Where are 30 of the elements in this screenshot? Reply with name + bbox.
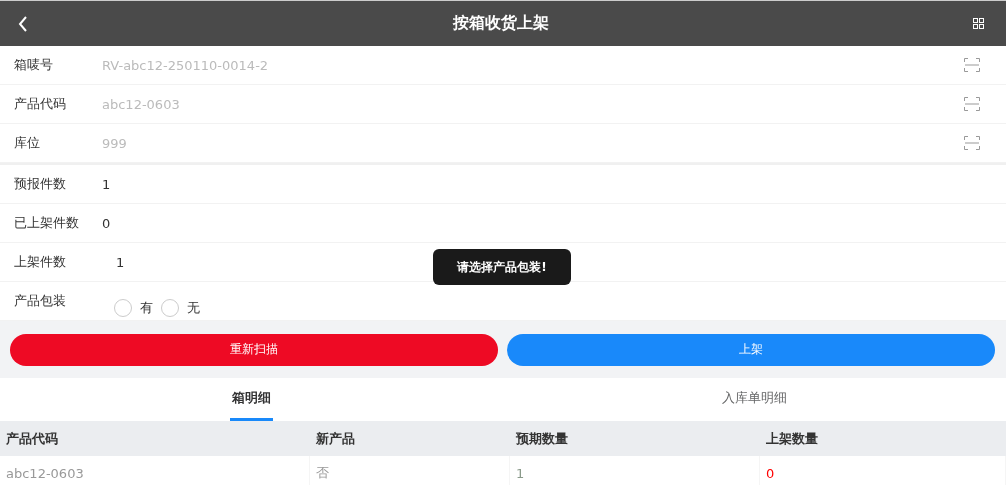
table-cell: 1 [516,465,525,481]
radio-label: 无 [187,299,200,317]
action-button[interactable]: 上架 [507,333,995,366]
toast-message: 请选择产品包装! [433,249,571,285]
field-label: 产品代码 [14,95,67,113]
table-cell: 0 [766,465,775,481]
field-label: 库位 [14,134,41,152]
field-label: 上架件数 [14,253,67,271]
column-header: 产品代码 [5,429,59,448]
field-label: 已上架件数 [14,214,80,232]
scan-icon[interactable] [964,58,980,72]
column-header: 预期数量 [515,429,569,448]
field-value: 1 [102,176,111,192]
column-header: 新产品 [315,429,356,448]
input-field[interactable]: 1 [102,251,176,273]
page-title: 按箱收货上架 [452,13,549,34]
field-value: 0 [102,215,111,231]
grid-icon[interactable] [973,18,984,29]
tab[interactable]: 入库单明细 [720,378,789,421]
field-label: 预报件数 [14,175,67,193]
field-label: 箱唛号 [14,56,54,74]
scan-icon[interactable] [964,97,980,111]
table-cell: 否 [316,464,329,482]
back-icon[interactable] [18,15,28,32]
radio-label: 有 [140,299,153,317]
column-header: 上架数量 [765,429,819,448]
scan-icon[interactable] [964,136,980,150]
action-button[interactable]: 重新扫描 [10,333,498,366]
field-label: 产品包装 [14,292,67,310]
table-cell: abc12-0603 [6,465,84,481]
